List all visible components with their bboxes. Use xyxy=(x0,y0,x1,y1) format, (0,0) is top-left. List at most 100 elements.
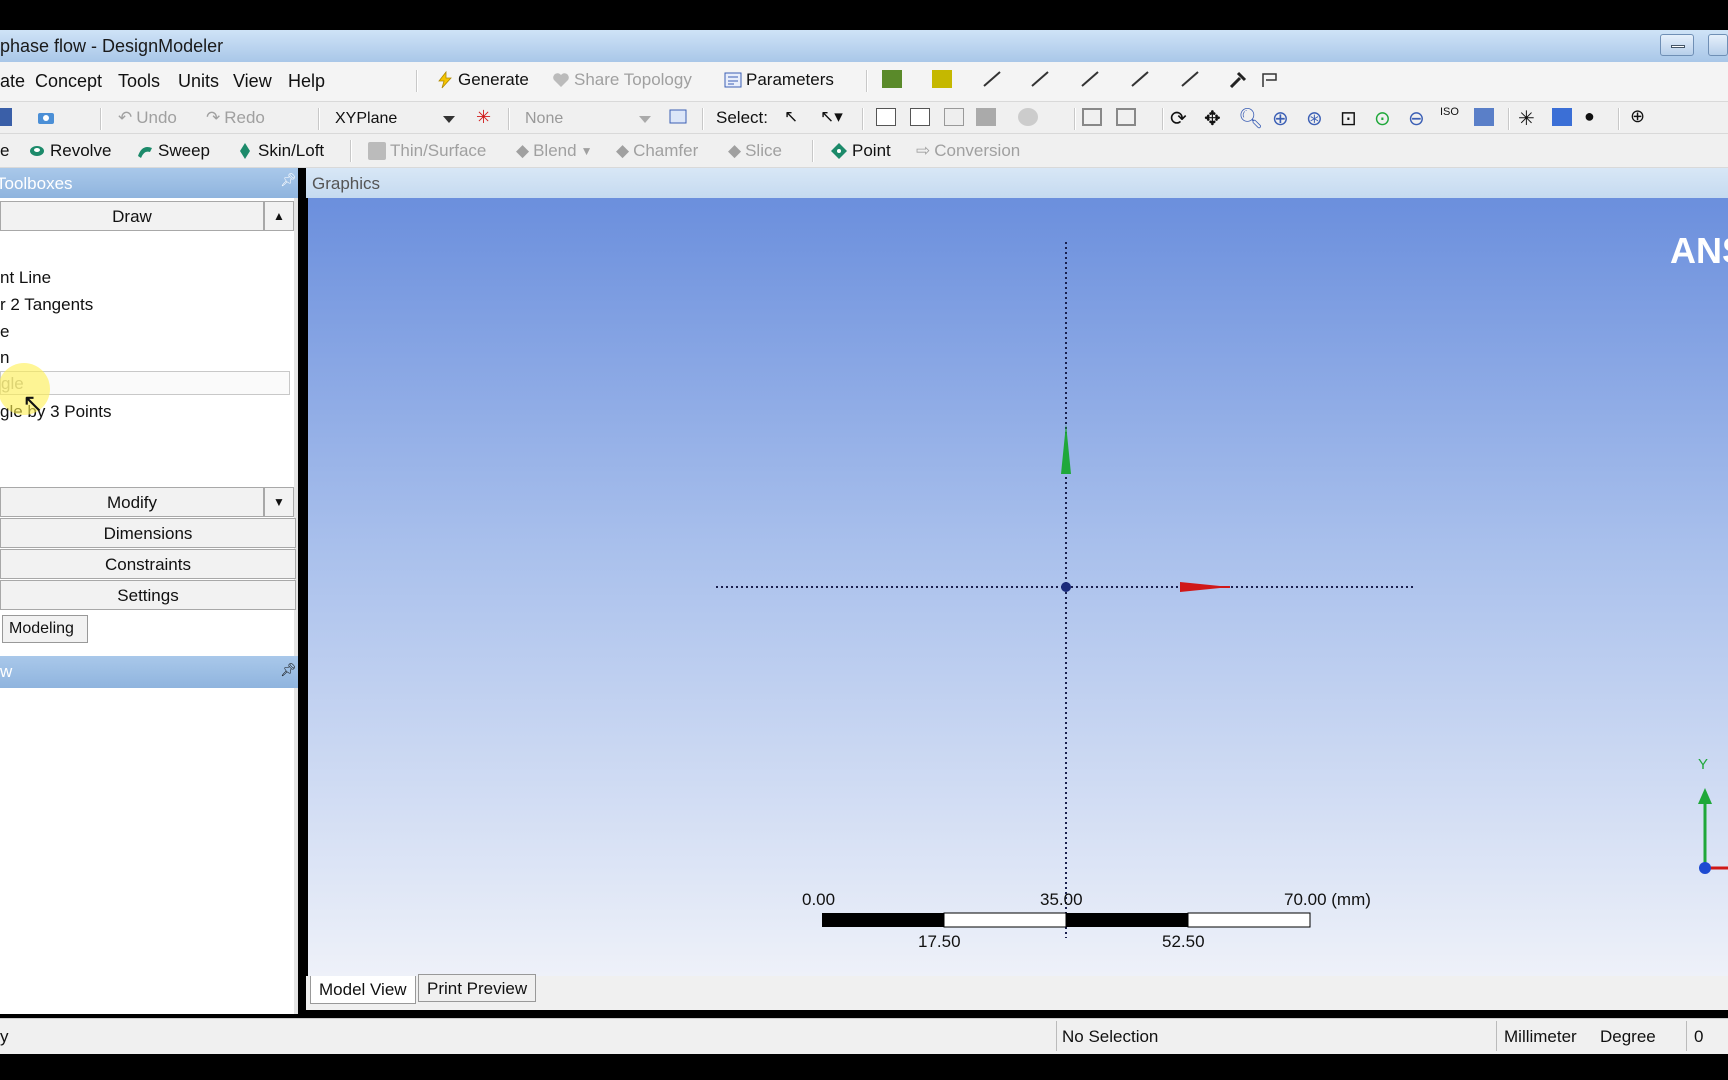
axis-display-icon[interactable]: ✳ xyxy=(1518,106,1538,130)
revolve-button[interactable]: Revolve xyxy=(28,141,111,161)
new-plane-icon[interactable]: ✳ xyxy=(476,107,496,127)
menu-view[interactable]: View xyxy=(233,71,272,92)
sweep-icon xyxy=(138,147,152,158)
select-label: Select: xyxy=(716,108,768,127)
menu-units[interactable]: Units xyxy=(178,71,219,92)
settings-section-header[interactable]: Settings xyxy=(0,580,296,610)
plane-dropdown-value: XYPlane xyxy=(335,110,398,127)
sweep-button[interactable]: Sweep xyxy=(136,141,210,161)
line-tool-icon[interactable] xyxy=(982,70,1002,88)
zoom-box-icon[interactable]: ⊛ xyxy=(1306,106,1326,130)
line-tool-icon[interactable] xyxy=(1030,70,1050,88)
draw-item-polygon[interactable]: n xyxy=(0,348,9,368)
select-cursor-icon[interactable]: ↖ xyxy=(784,107,804,126)
plane-dropdown[interactable]: XYPlane xyxy=(328,106,462,131)
point-icon xyxy=(831,143,847,159)
lightning-icon xyxy=(438,71,452,89)
zoom-green-icon[interactable]: ⊙ xyxy=(1374,106,1394,130)
draw-section-header[interactable]: Draw xyxy=(0,201,264,231)
point-display-icon[interactable]: ● xyxy=(1584,106,1604,126)
rotate-icon[interactable]: ⟳ xyxy=(1170,106,1190,130)
edge-select-icon[interactable] xyxy=(932,70,952,88)
select-edge-icon[interactable] xyxy=(910,108,930,126)
skinloft-label: Skin/Loft xyxy=(258,141,325,160)
tab-modeling[interactable]: Modeling xyxy=(2,615,88,643)
slice-icon: ◆ xyxy=(728,141,742,160)
menu-help[interactable]: Help xyxy=(288,71,325,92)
select-point-icon[interactable] xyxy=(876,108,896,126)
point-label: Point xyxy=(852,141,891,160)
status-message: y xyxy=(0,1027,9,1046)
toolboxes-header: Toolboxes 📌︎ xyxy=(0,168,298,198)
draw-item-tangent-line[interactable]: nt Line xyxy=(0,268,51,288)
model-display-icon[interactable] xyxy=(1552,108,1572,126)
conversion-button[interactable]: ⇨ Conversion xyxy=(916,141,1020,161)
undo-button[interactable]: ↶ Undo xyxy=(118,108,177,128)
pin-icon[interactable]: 📌︎ xyxy=(280,172,297,188)
separator xyxy=(1056,1021,1057,1051)
cursor-arrow-icon: ↖ xyxy=(22,388,44,418)
dimensions-section-header[interactable]: Dimensions xyxy=(0,518,296,548)
menu-tools[interactable]: Tools xyxy=(118,71,160,92)
zoom-in-icon[interactable]: ⊕ xyxy=(1272,106,1292,130)
help-cursor-icon[interactable]: ⊕ xyxy=(1630,106,1650,126)
graphics-viewport[interactable]: ANS Y 0.00 35.00 70.00 (mm) 17.50 52.50 xyxy=(308,198,1728,976)
chamfer-button[interactable]: ◆ Chamfer xyxy=(616,141,698,161)
chevron-down-icon xyxy=(443,116,455,123)
status-value: 0 xyxy=(1694,1027,1704,1046)
redo-button[interactable]: ↷ Redo xyxy=(206,108,265,128)
scale-label-35: 35.00 xyxy=(1040,890,1083,909)
line-tool-icon[interactable] xyxy=(1080,70,1100,88)
select-face-icon[interactable] xyxy=(944,108,964,126)
thin-surface-button[interactable]: Thin/Surface xyxy=(368,141,486,161)
minimize-button[interactable] xyxy=(1660,34,1694,56)
share-topology-button[interactable]: Share Topology xyxy=(552,70,692,90)
maximize-button[interactable] xyxy=(1708,34,1728,56)
draw-item-arc-2-tangents[interactable]: r 2 Tangents xyxy=(0,295,93,315)
slice-button[interactable]: ◆ Slice xyxy=(728,141,782,161)
face-select-icon[interactable] xyxy=(882,70,902,88)
select-mode-icon[interactable]: ↖▾ xyxy=(820,107,843,126)
display-plane-icon[interactable] xyxy=(1474,108,1494,126)
scroll-up-button[interactable]: ▲ xyxy=(264,201,294,231)
flag-icon[interactable] xyxy=(1260,70,1280,88)
parameters-button[interactable]: Parameters xyxy=(724,70,834,90)
new-sketch-icon[interactable] xyxy=(668,107,688,125)
pin-icon[interactable]: 📌︎ xyxy=(280,662,297,678)
separator xyxy=(866,70,868,92)
zoom-out-icon[interactable]: ⊖ xyxy=(1408,106,1428,130)
zoom-icon[interactable]: 🔍︎ xyxy=(1238,106,1263,130)
heart-icon xyxy=(553,73,569,87)
expand-button[interactable]: ▼ xyxy=(264,487,294,517)
menu-file[interactable]: ate xyxy=(0,71,25,92)
box-select-icon[interactable] xyxy=(1116,108,1136,126)
select-body-icon[interactable] xyxy=(976,108,996,126)
menu-concept[interactable]: Concept xyxy=(35,71,102,92)
iso-view-icon[interactable]: ISO xyxy=(1440,106,1460,124)
pan-icon[interactable]: ✥ xyxy=(1204,106,1224,130)
generate-button[interactable]: Generate xyxy=(436,70,529,90)
blend-button[interactable]: ◆ Blend ▼ xyxy=(516,141,592,161)
zoom-fit-icon[interactable]: ⊡ xyxy=(1340,106,1360,130)
chevron-down-icon: ▼ xyxy=(580,144,593,158)
point-button[interactable]: Point xyxy=(830,141,891,161)
modify-section-header[interactable]: Modify xyxy=(0,487,264,517)
separator xyxy=(702,108,704,130)
skinloft-button[interactable]: Skin/Loft xyxy=(236,141,324,161)
line-tool-icon[interactable] xyxy=(1130,70,1150,88)
line-tool-icon[interactable] xyxy=(1180,70,1200,88)
toolbar-1: ↶ Undo ↷ Redo XYPlane ✳ None Select: ↖ ↖… xyxy=(0,102,1728,134)
box-select-icon[interactable] xyxy=(1082,108,1102,126)
menu-bar: ate Concept Tools Units View Help Genera… xyxy=(0,62,1728,102)
tab-print-preview[interactable]: Print Preview xyxy=(418,974,537,1002)
extrude-button[interactable]: e xyxy=(0,141,9,161)
tab-model-view[interactable]: Model View xyxy=(310,976,416,1004)
pin-icon[interactable] xyxy=(1228,70,1248,88)
constraints-section-header[interactable]: Constraints xyxy=(0,549,296,579)
sketch-dropdown[interactable]: None xyxy=(518,106,658,131)
extend-selection-icon[interactable] xyxy=(1018,108,1038,126)
draw-item-circle[interactable]: e xyxy=(0,322,9,342)
dimensions-section-label: Dimensions xyxy=(103,524,193,543)
save-icon[interactable] xyxy=(0,108,12,126)
screenshot-icon[interactable] xyxy=(36,108,56,126)
